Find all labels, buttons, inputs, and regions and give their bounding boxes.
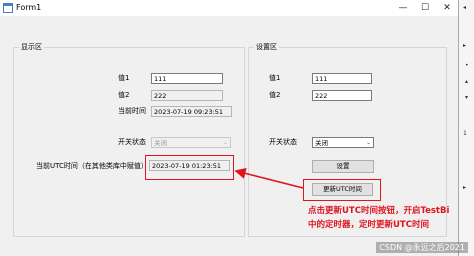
chevron-down-icon: ⌄ xyxy=(365,139,371,146)
utc-time-label: 当前UTC时间（在其他类库中赋值） xyxy=(36,162,148,170)
settings-switch-value: 关闭 xyxy=(315,139,328,147)
side-glyph-4: ▴ xyxy=(465,78,469,85)
display-switch-value: 关闭 xyxy=(154,139,167,147)
side-glyph-3: • xyxy=(465,62,469,69)
side-glyph-2: ▸ xyxy=(463,42,467,49)
chevron-down-icon: ⌄ xyxy=(222,139,228,146)
settings-value2-input[interactable]: 222 xyxy=(312,90,372,101)
maximize-button[interactable]: ☐ xyxy=(414,1,436,15)
side-glyph-7: ▸ xyxy=(463,184,467,191)
update-utc-button[interactable]: 更新UTC时间 xyxy=(312,183,373,196)
side-glyph-1: ◂ xyxy=(463,4,467,11)
settings-button[interactable]: 设置 xyxy=(312,160,374,173)
annotation-line1: 点击更新UTC时间按钮，开启TestBi xyxy=(308,206,450,216)
side-glyph-5: ▾ xyxy=(465,94,469,101)
minimize-button[interactable]: — xyxy=(392,1,414,15)
side-glyph-6: 1 xyxy=(463,130,467,137)
settings-value1-label: 值1 xyxy=(269,74,281,82)
close-button[interactable]: ✕ xyxy=(436,1,458,15)
settings-value1-input[interactable]: 111 xyxy=(312,73,372,84)
annotation-line2: 中的定时器，定时更新UTC时间 xyxy=(308,220,429,230)
window-title: Form1 xyxy=(16,3,42,12)
display-value2-field[interactable]: 222 xyxy=(151,90,223,101)
settings-value2-label: 值2 xyxy=(269,91,281,99)
utc-time-field[interactable]: 2023-07-19 01:23:51 xyxy=(149,160,230,171)
side-panel: ◂ ▸ • ▴ ▾ 1 ▸ xyxy=(459,0,474,256)
display-value2-label: 值2 xyxy=(118,91,130,99)
display-switch-label: 开关状态 xyxy=(118,138,146,146)
display-switch-combo: 关闭 ⌄ xyxy=(151,137,231,148)
screenshot-stage: Form1 — ☐ ✕ 显示区 值1 111 值2 222 当前时间 2023-… xyxy=(0,0,474,256)
watermark: CSDN @永远之后2021 xyxy=(376,242,468,253)
settings-switch-combo[interactable]: 关闭 ⌄ xyxy=(312,137,374,148)
settings-switch-label: 开关状态 xyxy=(269,138,297,146)
title-bar[interactable]: Form1 — ☐ ✕ xyxy=(0,0,458,16)
settings-group-title: 设置区 xyxy=(254,43,279,52)
app-icon xyxy=(3,3,13,13)
display-value1-label: 值1 xyxy=(118,74,130,82)
display-value1-field[interactable]: 111 xyxy=(151,73,223,84)
form-window: Form1 — ☐ ✕ 显示区 值1 111 值2 222 当前时间 2023-… xyxy=(0,0,459,256)
current-time-label: 当前时间 xyxy=(118,107,146,115)
current-time-field[interactable]: 2023-07-19 09:23:51 xyxy=(151,106,232,117)
display-group-title: 显示区 xyxy=(19,43,44,52)
